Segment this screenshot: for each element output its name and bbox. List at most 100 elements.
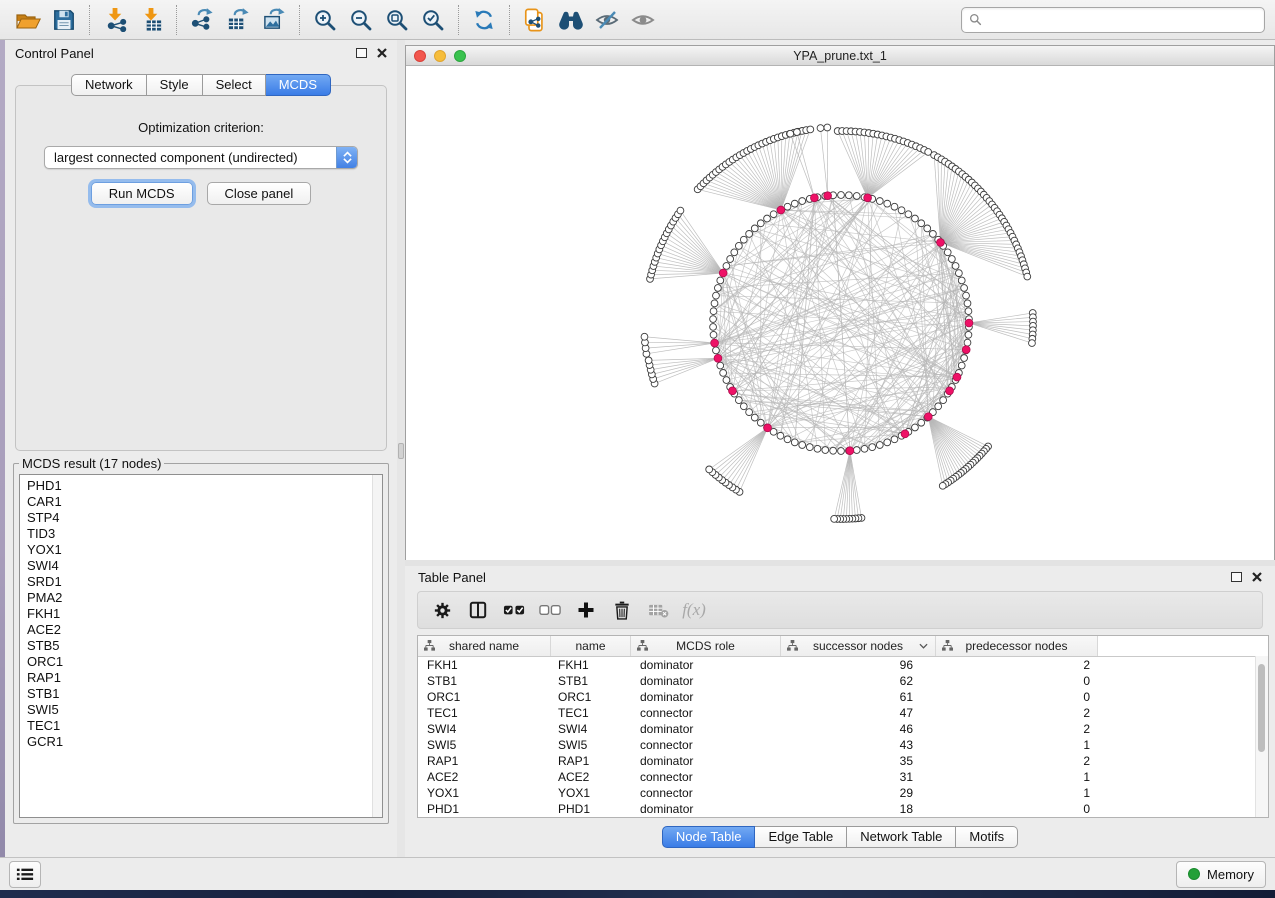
import-network-icon[interactable]	[97, 4, 133, 36]
network-node[interactable]	[727, 256, 734, 263]
table-cell[interactable]: 2	[936, 658, 1098, 672]
mcds-result-item[interactable]: SRD1	[27, 574, 382, 590]
network-leaf-node[interactable]	[817, 125, 824, 132]
mcds-result-item[interactable]: CAR1	[27, 494, 382, 510]
panel-splitter[interactable]	[397, 40, 405, 857]
table-row[interactable]: ACE2ACE2connector311	[418, 769, 1268, 785]
network-hub-node[interactable]	[729, 387, 737, 395]
table-cell[interactable]: 1	[936, 786, 1098, 800]
network-node[interactable]	[799, 198, 806, 205]
network-canvas[interactable]	[406, 66, 1274, 560]
column-header-shared-name[interactable]: shared name	[418, 636, 551, 656]
network-node[interactable]	[713, 347, 720, 354]
table-cell[interactable]: 35	[781, 754, 936, 768]
table-cell[interactable]: ACE2	[418, 770, 551, 784]
tab-mcds[interactable]: MCDS	[266, 74, 331, 96]
table-row[interactable]: SWI5SWI5connector431	[418, 737, 1268, 753]
network-node[interactable]	[740, 403, 747, 410]
mcds-result-item[interactable]: SWI5	[27, 702, 382, 718]
optimization-criterion-select[interactable]: largest connected component (undirected)	[44, 146, 358, 169]
mcds-result-item[interactable]: SWI4	[27, 558, 382, 574]
network-node[interactable]	[838, 448, 845, 455]
table-cell[interactable]: connector	[631, 786, 781, 800]
table-cell[interactable]: 2	[936, 754, 1098, 768]
zoom-fit-icon[interactable]	[379, 4, 415, 36]
network-node[interactable]	[944, 249, 951, 256]
network-node[interactable]	[905, 211, 912, 218]
table-tab-node-table[interactable]: Node Table	[662, 826, 756, 848]
close-panel-button[interactable]: Close panel	[207, 182, 312, 205]
table-cell[interactable]: 1	[936, 770, 1098, 784]
open-file-icon[interactable]	[10, 4, 46, 36]
import-table-icon[interactable]	[133, 4, 169, 36]
table-row[interactable]: YOX1YOX1connector291	[418, 785, 1268, 801]
network-node[interactable]	[710, 308, 717, 315]
network-hub-node[interactable]	[824, 192, 832, 200]
network-hub-node[interactable]	[714, 354, 722, 362]
network-node[interactable]	[746, 409, 753, 416]
network-hub-node[interactable]	[901, 430, 909, 438]
network-hub-node[interactable]	[937, 239, 945, 247]
table-cell[interactable]: 61	[781, 690, 936, 704]
table-cell[interactable]: TEC1	[551, 706, 631, 720]
table-scrollbar[interactable]	[1255, 656, 1268, 817]
network-node[interactable]	[884, 200, 891, 207]
table-row[interactable]: SWI4SWI4dominator462	[418, 721, 1268, 737]
network-hub-node[interactable]	[711, 339, 719, 347]
network-node[interactable]	[720, 369, 727, 376]
table-cell[interactable]: YOX1	[418, 786, 551, 800]
network-hub-node[interactable]	[864, 194, 872, 202]
table-cell[interactable]: STB1	[551, 674, 631, 688]
network-node[interactable]	[723, 263, 730, 270]
network-leaf-node[interactable]	[939, 482, 946, 489]
network-node[interactable]	[853, 447, 860, 454]
table-cell[interactable]: 2	[936, 706, 1098, 720]
network-node[interactable]	[958, 362, 965, 369]
network-leaf-node[interactable]	[1029, 340, 1036, 347]
network-hub-node[interactable]	[962, 346, 970, 354]
run-mcds-button[interactable]: Run MCDS	[91, 182, 193, 205]
network-node[interactable]	[723, 377, 730, 384]
eye-slash-icon[interactable]	[589, 4, 625, 36]
network-node[interactable]	[965, 308, 972, 315]
table-cell[interactable]: 31	[781, 770, 936, 784]
network-node[interactable]	[940, 397, 947, 404]
memory-button[interactable]: Memory	[1176, 861, 1266, 888]
table-cell[interactable]: ORC1	[551, 690, 631, 704]
tab-network[interactable]: Network	[71, 74, 147, 96]
zoom-selected-icon[interactable]	[415, 4, 451, 36]
zoom-in-icon[interactable]	[307, 4, 343, 36]
float-panel-icon[interactable]	[356, 48, 367, 58]
table-cell[interactable]: connector	[631, 706, 781, 720]
mcds-result-item[interactable]: TID3	[27, 526, 382, 542]
select-all-icon[interactable]	[496, 593, 532, 627]
zoom-out-icon[interactable]	[343, 4, 379, 36]
network-node[interactable]	[784, 203, 791, 210]
network-hub-node[interactable]	[719, 269, 727, 277]
search-input[interactable]	[987, 12, 1257, 28]
column-header-name[interactable]: name	[551, 636, 631, 656]
table-cell[interactable]: dominator	[631, 658, 781, 672]
table-cell[interactable]: PHD1	[418, 802, 551, 816]
network-hub-node[interactable]	[924, 413, 932, 421]
table-cell[interactable]: 96	[781, 658, 936, 672]
network-node[interactable]	[710, 331, 717, 338]
mcds-result-item[interactable]: ORC1	[27, 654, 382, 670]
network-leaf-node[interactable]	[831, 515, 838, 522]
network-node[interactable]	[952, 263, 959, 270]
table-cell[interactable]: FKH1	[551, 658, 631, 672]
network-node[interactable]	[898, 207, 905, 214]
network-leaf-node[interactable]	[706, 466, 713, 473]
network-node[interactable]	[751, 225, 758, 232]
table-cell[interactable]: 0	[936, 802, 1098, 816]
network-window-titlebar[interactable]: YPA_prune.txt_1	[406, 46, 1274, 66]
network-node[interactable]	[764, 215, 771, 222]
network-node[interactable]	[740, 236, 747, 243]
network-node[interactable]	[830, 447, 837, 454]
network-leaf-node[interactable]	[641, 333, 648, 340]
list-scrollbar[interactable]	[372, 475, 382, 817]
network-node[interactable]	[711, 300, 718, 307]
new-network-from-selection-icon[interactable]	[517, 4, 553, 36]
network-node[interactable]	[710, 316, 717, 323]
network-node[interactable]	[958, 277, 965, 284]
